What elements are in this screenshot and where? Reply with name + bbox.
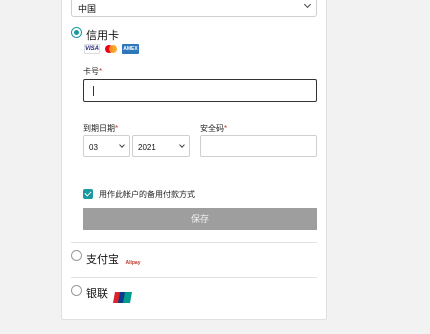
- expiry-label: 到期日期*: [83, 124, 119, 133]
- chevron-down-icon: [303, 0, 312, 9]
- divider: [71, 242, 317, 243]
- alipay-radio[interactable]: [71, 250, 82, 261]
- card-number-label: 卡号*: [83, 67, 103, 76]
- backup-payment-checkbox[interactable]: [83, 189, 93, 199]
- divider: [71, 277, 317, 278]
- card-number-input[interactable]: [83, 79, 317, 102]
- backup-payment-label[interactable]: 用作此帐户的备用付款方式: [99, 189, 195, 200]
- visa-icon: VISA: [84, 44, 100, 54]
- mastercard-icon: [103, 44, 119, 54]
- expiry-month-value: 03: [89, 143, 98, 152]
- chevron-down-icon: [179, 142, 185, 148]
- amex-icon: AMEX: [122, 44, 139, 54]
- credit-card-radio[interactable]: [71, 27, 82, 38]
- payment-panel: [61, 0, 327, 320]
- country-select-value: 中国: [78, 4, 97, 14]
- expiry-year-select[interactable]: 2021: [132, 135, 190, 157]
- expiry-month-select[interactable]: 03: [83, 135, 130, 157]
- unionpay-radio[interactable]: [71, 285, 82, 296]
- save-button[interactable]: 保存: [83, 208, 317, 230]
- text-caret: [93, 86, 94, 96]
- alipay-icon: Alipay: [124, 258, 142, 268]
- alipay-label[interactable]: 支付宝: [86, 251, 119, 267]
- security-code-label: 安全码*: [200, 124, 228, 133]
- expiry-year-value: 2021: [138, 143, 156, 152]
- security-code-input[interactable]: [200, 135, 317, 157]
- credit-card-label[interactable]: 信用卡: [86, 27, 119, 43]
- unionpay-icon: [113, 292, 132, 303]
- unionpay-label[interactable]: 银联: [86, 285, 108, 301]
- chevron-down-icon: [119, 142, 125, 148]
- country-select[interactable]: 中国: [71, 0, 317, 17]
